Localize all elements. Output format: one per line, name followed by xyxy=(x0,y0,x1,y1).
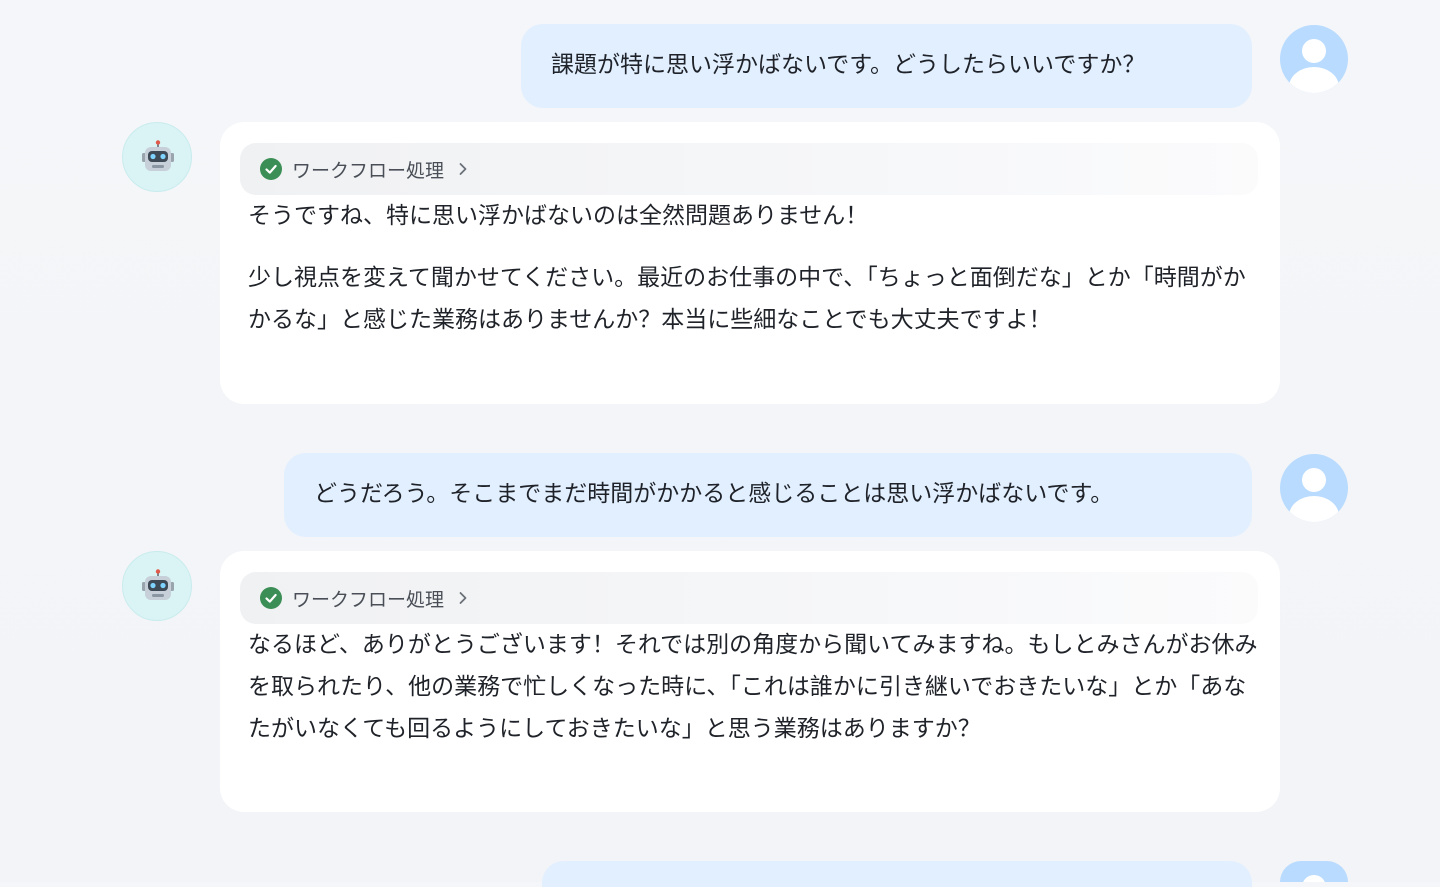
workflow-label: ワークフロー処理 xyxy=(292,588,445,611)
user-avatar-icon xyxy=(1280,861,1348,882)
chevron-right-icon xyxy=(459,163,467,175)
assistant-message-text: そうですね、特に思い浮かばないのは全然問題ありません！ 少し視点を変えて聞かせて… xyxy=(248,195,1258,341)
check-circle-icon xyxy=(260,158,282,180)
user-message-bubble xyxy=(542,861,1252,887)
chevron-right-icon xyxy=(459,592,467,604)
assistant-message-card: ワークフロー処理 そうですね、特に思い浮かばないのは全然問題ありません！ 少し視… xyxy=(220,122,1280,404)
assistant-paragraph: なるほど、ありがとうございます！それでは別の角度から聞いてみますね。もしとみさん… xyxy=(248,632,1258,742)
user-avatar-icon xyxy=(1280,25,1348,93)
workflow-toggle[interactable]: ワークフロー処理 xyxy=(240,143,1258,195)
assistant-paragraph: そうですね、特に思い浮かばないのは全然問題ありません！ xyxy=(248,203,869,229)
workflow-toggle[interactable]: ワークフロー処理 xyxy=(240,572,1258,624)
workflow-label: ワークフロー処理 xyxy=(292,159,445,182)
user-message-bubble: 課題が特に思い浮かばないです。どうしたらいいですか？ xyxy=(521,24,1252,108)
user-message-text: どうだろう。そこまでまだ時間がかかると感じることは思い浮かばないです。 xyxy=(314,481,1114,507)
assistant-message-card: ワークフロー処理 なるほど、ありがとうございます！それでは別の角度から聞いてみま… xyxy=(220,551,1280,812)
robot-icon xyxy=(122,551,192,621)
user-avatar-icon xyxy=(1280,454,1348,522)
robot-icon xyxy=(122,122,192,192)
assistant-paragraph: 少し視点を変えて聞かせてください。最近のお仕事の中で、「ちょっと面倒だな」とか「… xyxy=(248,265,1246,333)
user-message-bubble: どうだろう。そこまでまだ時間がかかると感じることは思い浮かばないです。 xyxy=(284,453,1252,537)
assistant-message-text: なるほど、ありがとうございます！それでは別の角度から聞いてみますね。もしとみさん… xyxy=(248,624,1258,750)
check-circle-icon xyxy=(260,587,282,609)
user-message-text: 課題が特に思い浮かばないです。どうしたらいいですか？ xyxy=(551,52,1146,78)
chat-thread: 課題が特に思い浮かばないです。どうしたらいいですか？ ワークフロー処理 そうです… xyxy=(0,0,1440,887)
